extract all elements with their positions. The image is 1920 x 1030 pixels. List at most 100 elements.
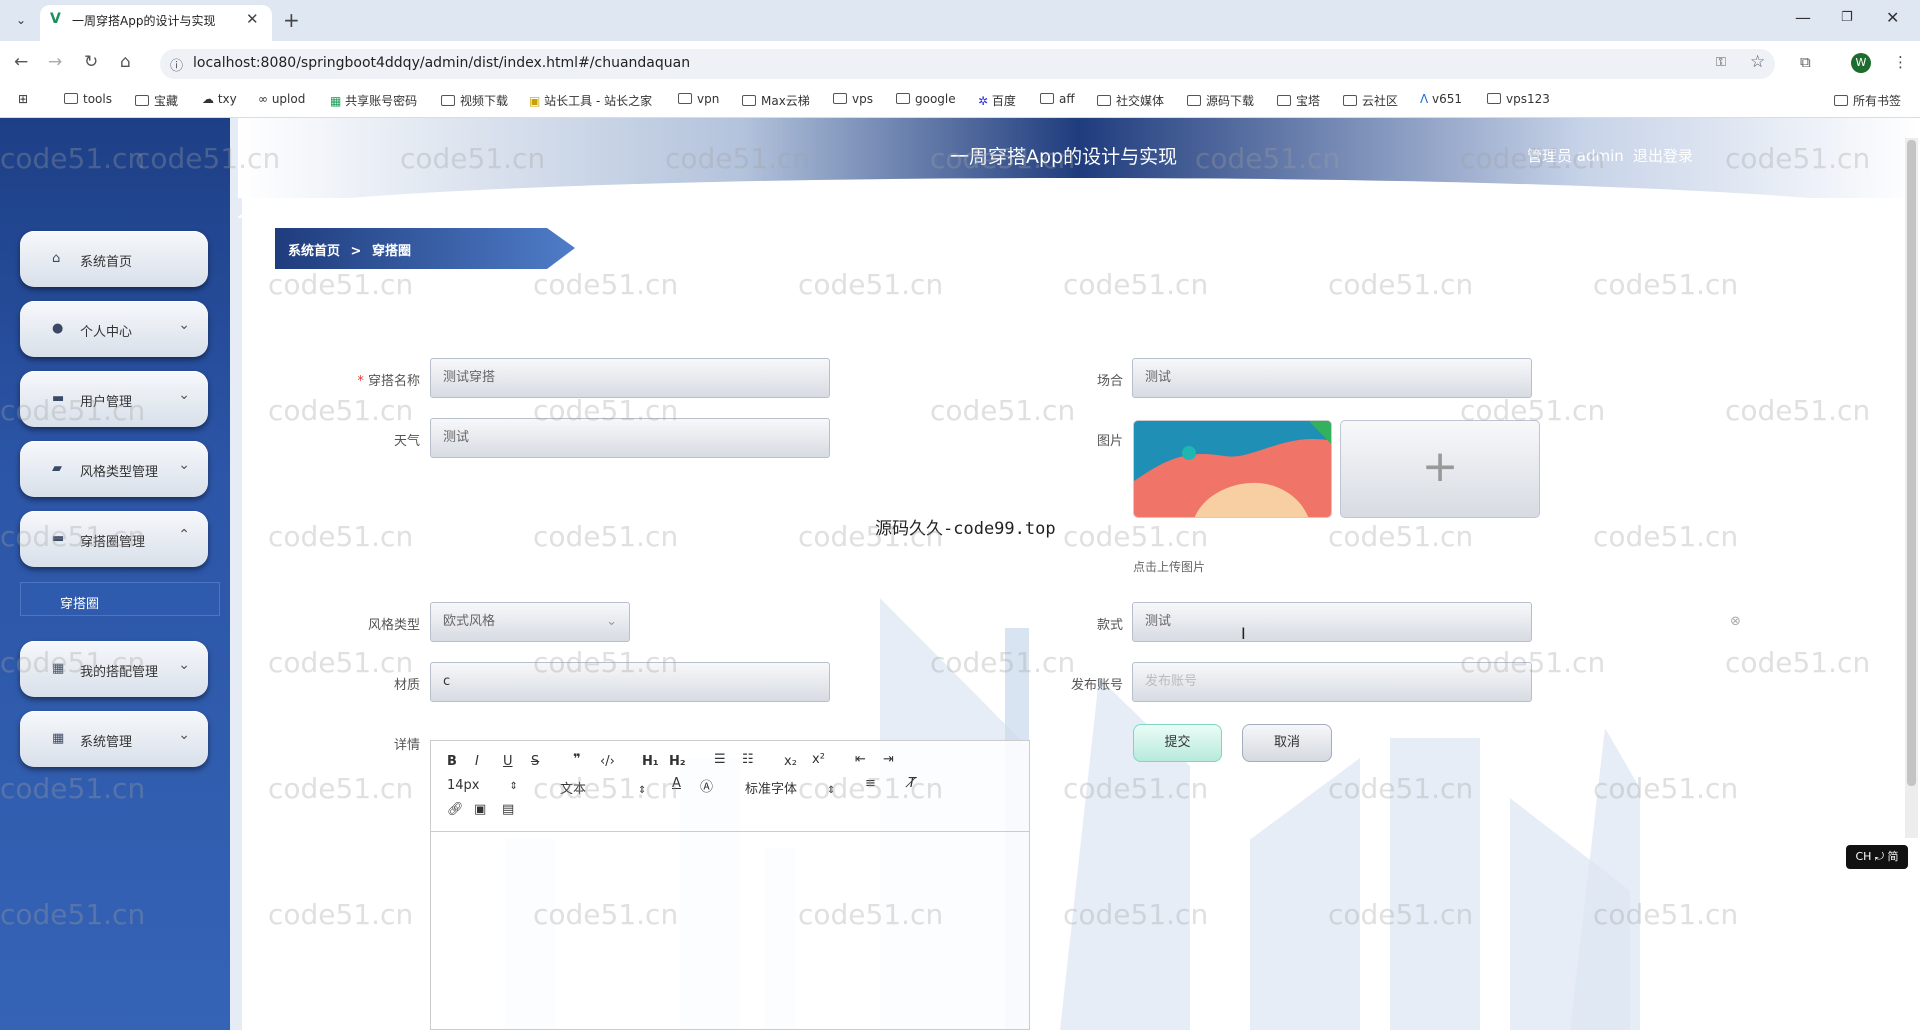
bookmark-social[interactable]: 社交媒体 — [1097, 92, 1164, 109]
logout-link[interactable]: 退出登录 — [1633, 145, 1693, 166]
superscript-icon[interactable]: x² — [812, 752, 825, 767]
align-icon[interactable]: ≡ — [865, 776, 876, 791]
bookmark-baozang[interactable]: 宝藏 — [135, 92, 178, 109]
bookmark-max[interactable]: Max云梯 — [742, 92, 810, 109]
outdent-icon[interactable]: ⇤ — [855, 752, 866, 767]
tab-close-icon[interactable]: ✕ — [246, 10, 259, 28]
heading2-icon[interactable]: H₂ — [669, 754, 686, 769]
bookmark-label: 源码下载 — [1206, 94, 1255, 108]
bookmark-vpn[interactable]: vpn — [678, 92, 719, 106]
bookmark-cloud-community[interactable]: 云社区 — [1343, 92, 1398, 109]
bookmark-video[interactable]: 视频下载 — [441, 92, 508, 109]
window-close-icon[interactable]: ✕ — [1886, 8, 1899, 27]
strike-icon[interactable]: S — [531, 754, 539, 769]
url-text[interactable]: localhost:8080/springboot4ddqy/admin/dis… — [193, 55, 690, 71]
sidebar-item-outfit-circle[interactable]: ▬ 穿搭圈管理 ⌃ — [20, 511, 208, 567]
block-type-value: 文本 — [560, 782, 587, 797]
new-tab-icon[interactable]: + — [283, 8, 300, 32]
video-insert-icon[interactable]: ▤ — [502, 802, 514, 817]
bookmark-label: google — [915, 92, 956, 106]
bookmark-chinaz[interactable]: ▣ 站长工具 - 站长之家 — [529, 92, 652, 109]
weather-field[interactable]: 测试 — [430, 418, 830, 458]
browser-menu-icon[interactable]: ⋮ — [1893, 53, 1908, 71]
clear-format-icon[interactable]: T̸ — [908, 776, 916, 791]
tab-search-icon[interactable]: ⌄ — [10, 9, 32, 31]
password-key-icon[interactable]: ⚿ — [1716, 55, 1726, 70]
reload-icon[interactable]: ↻ — [84, 52, 98, 72]
bookmark-vps123[interactable]: vps123 — [1487, 92, 1550, 106]
image-insert-icon[interactable]: ▣ — [474, 802, 486, 817]
material-field[interactable]: c — [430, 662, 830, 702]
scrollbar-thumb[interactable] — [1907, 140, 1916, 786]
sidebar-item-home[interactable]: ⌂ 系统首页 — [20, 231, 208, 287]
occasion-field[interactable]: 测试 — [1132, 358, 1532, 398]
indent-icon[interactable]: ⇥ — [883, 752, 894, 767]
font-size-select[interactable]: 14px ⇕ — [447, 778, 518, 793]
bookmark-tools[interactable]: tools — [64, 92, 112, 106]
site-info-icon[interactable]: ⓘ — [170, 55, 183, 74]
font-family-select[interactable]: 标准字体 ⇕ — [745, 778, 835, 797]
heading1-icon[interactable]: H₁ — [642, 754, 659, 769]
bold-icon[interactable]: B — [447, 754, 457, 769]
bookmark-txy[interactable]: ☁ txy — [202, 92, 237, 106]
style-type-select[interactable]: 欧式风格 ⌄ — [430, 602, 630, 642]
sidebar-item-users[interactable]: ▬ 用户管理 ⌄ — [20, 371, 208, 427]
name-field[interactable]: 测试穿搭 — [430, 358, 830, 398]
bookmark-aff[interactable]: aff — [1040, 92, 1075, 106]
apps-grid-icon[interactable]: ⊞ — [18, 92, 28, 106]
link-icon[interactable]: 🔗︎ — [447, 802, 464, 817]
sidebar-item-style-types[interactable]: ▰ 风格类型管理 ⌄ — [20, 441, 208, 497]
sidebar-item-label: 穿搭圈管理 — [80, 535, 146, 550]
bullet-list-icon[interactable]: ☷ — [742, 752, 754, 767]
extensions-icon[interactable]: ⧉ — [1800, 53, 1811, 71]
window-restore-icon[interactable]: ❐ — [1841, 10, 1853, 25]
folder-icon — [678, 93, 692, 104]
code-icon[interactable]: ‹/› — [600, 754, 615, 769]
sidebar-item-my-outfits[interactable]: ▦ 我的搭配管理 ⌄ — [20, 641, 208, 697]
bookmark-v651[interactable]: Λ v651 — [1420, 92, 1462, 106]
bg-building — [1390, 738, 1480, 1030]
bookmark-google[interactable]: google — [896, 92, 956, 106]
forward-icon[interactable]: → — [48, 52, 62, 72]
uploaded-image-thumbnail[interactable] — [1133, 420, 1332, 518]
style-type-value: 欧式风格 — [443, 614, 496, 629]
style-field[interactable]: 测试 — [1132, 602, 1532, 642]
profile-avatar[interactable]: W — [1851, 53, 1871, 73]
cancel-button[interactable]: 取消 — [1242, 724, 1332, 762]
text-cursor-icon: I — [1241, 624, 1246, 643]
bookmark-source[interactable]: 源码下载 — [1187, 92, 1254, 109]
sidebar-item-system[interactable]: ▦ 系统管理 ⌄ — [20, 711, 208, 767]
subscript-icon[interactable]: x₂ — [784, 754, 797, 769]
underline-icon[interactable]: U — [503, 754, 513, 769]
window-minimize-icon[interactable]: — — [1795, 8, 1811, 27]
bookmark-uplod[interactable]: ∞ uplod — [258, 92, 305, 106]
italic-icon[interactable]: I — [475, 754, 479, 769]
back-icon[interactable]: ← — [14, 52, 28, 72]
folder-icon — [1834, 95, 1848, 106]
image-label: 图片 — [1096, 434, 1123, 449]
user-icon: ● — [52, 321, 64, 336]
overlay-site-note: 源码久久-code99.top — [875, 519, 1056, 539]
account-field[interactable]: 发布账号 — [1132, 662, 1532, 702]
bg-building — [1250, 758, 1360, 1030]
chevron-down-icon: ⌄ — [178, 457, 190, 473]
bookmark-share[interactable]: ▦ 共享账号密码 — [330, 92, 417, 109]
sidebar-item-profile[interactable]: ● 个人中心 ⌄ — [20, 301, 208, 357]
bookmark-vps[interactable]: vps — [833, 92, 873, 106]
bookmark-star-icon[interactable]: ☆ — [1750, 52, 1765, 72]
font-color-icon[interactable]: A — [672, 776, 681, 791]
submenu-outfit-circle[interactable] — [20, 582, 220, 616]
submit-button[interactable]: 提交 — [1133, 724, 1222, 762]
home-browser-icon[interactable]: ⌂ — [120, 52, 131, 72]
ordered-list-icon[interactable]: ☰ — [714, 752, 726, 767]
all-bookmarks[interactable]: 所有书签 — [1834, 92, 1901, 109]
upload-image-button[interactable]: + — [1340, 420, 1540, 518]
block-type-select[interactable]: 文本 ⇕ — [560, 778, 646, 797]
blockquote-icon[interactable]: ❞ — [573, 752, 581, 767]
bookmark-bt[interactable]: 宝塔 — [1277, 92, 1320, 109]
clear-circle-icon[interactable]: ⊗ — [1730, 614, 1741, 629]
chevron-down-icon: ⌄ — [606, 614, 617, 629]
background-color-icon[interactable]: Ⓐ — [700, 776, 713, 795]
bookmark-baidu[interactable]: ✲ 百度 — [978, 92, 1016, 109]
breadcrumb-home[interactable]: 系统首页 — [288, 244, 340, 259]
